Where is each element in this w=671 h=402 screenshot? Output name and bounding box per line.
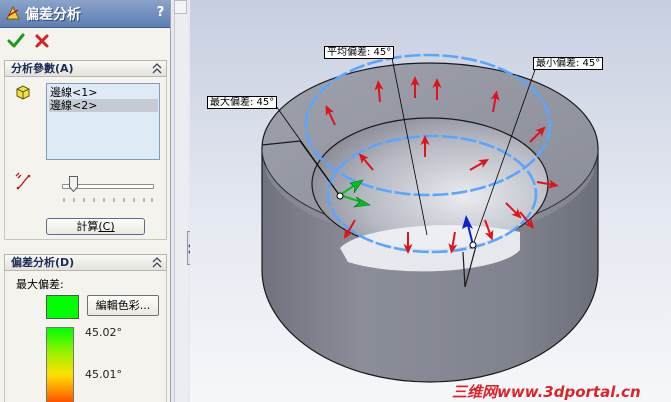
analysis-params-header[interactable]: 分析參數(A) [4,60,167,77]
average-deviation-callout: 平均偏差: 45° [324,46,395,59]
panel-title-bar: 偏差分析 ? [0,0,170,28]
calculate-button[interactable]: 計算(C) [46,218,145,235]
help-button[interactable]: ? [153,5,168,21]
legend-label-mid: 45.01° [85,368,122,381]
max-point-marker [336,192,344,200]
edit-color-button[interactable]: 編輯色彩... [87,295,159,316]
scroll-up-button[interactable] [174,0,187,14]
slider-ticks [63,198,153,202]
min-point-marker [469,241,477,249]
ok-check-icon[interactable] [7,32,25,50]
property-manager-panel: 偏差分析 ? 分析參數(A) 邊線<1> 邊線<2> 計算(C) 偏差分析(D)… [0,0,171,402]
list-item[interactable]: 邊線<2> [49,99,158,112]
deviation-analysis-title: 偏差分析(D) [11,256,75,269]
collapse-chevron-icon[interactable] [152,256,162,269]
legend-label-max: 45.02° [85,326,122,339]
minimum-deviation-callout: 最小偏差: 45° [533,57,604,70]
deviation-analysis-header[interactable]: 偏差分析(D) [4,254,167,271]
resolution-icon [15,172,31,190]
analysis-params-body: 邊線<1> 邊線<2> 計算(C) [4,77,167,240]
resolution-slider-thumb[interactable] [69,176,78,192]
deviation-color-legend [46,327,74,402]
calculate-shortcut: (C) [98,220,115,233]
deviation-analysis-icon [6,5,20,20]
cancel-x-icon[interactable] [33,32,51,50]
panel-scrollbar[interactable] [174,0,188,402]
analysis-params-title: 分析參數(A) [11,62,74,75]
deviation-analysis-body: 最大偏差: 編輯色彩... 45.02° 45.01° [4,271,167,402]
max-deviation-color-swatch [46,295,79,319]
watermark-text: 三维网www.3dportal.cn [452,383,641,401]
maximum-deviation-callout: 最大偏差: 45° [207,96,278,109]
calculate-label: 計算 [76,220,99,233]
max-deviation-label: 最大偏差: [16,278,64,291]
collapse-chevron-icon[interactable] [152,62,162,75]
list-item[interactable]: 邊線<1> [49,86,158,99]
edge-selection-cube-icon [16,85,30,100]
edge-selection-list[interactable]: 邊線<1> 邊線<2> [46,83,160,160]
panel-title: 偏差分析 [25,7,81,23]
